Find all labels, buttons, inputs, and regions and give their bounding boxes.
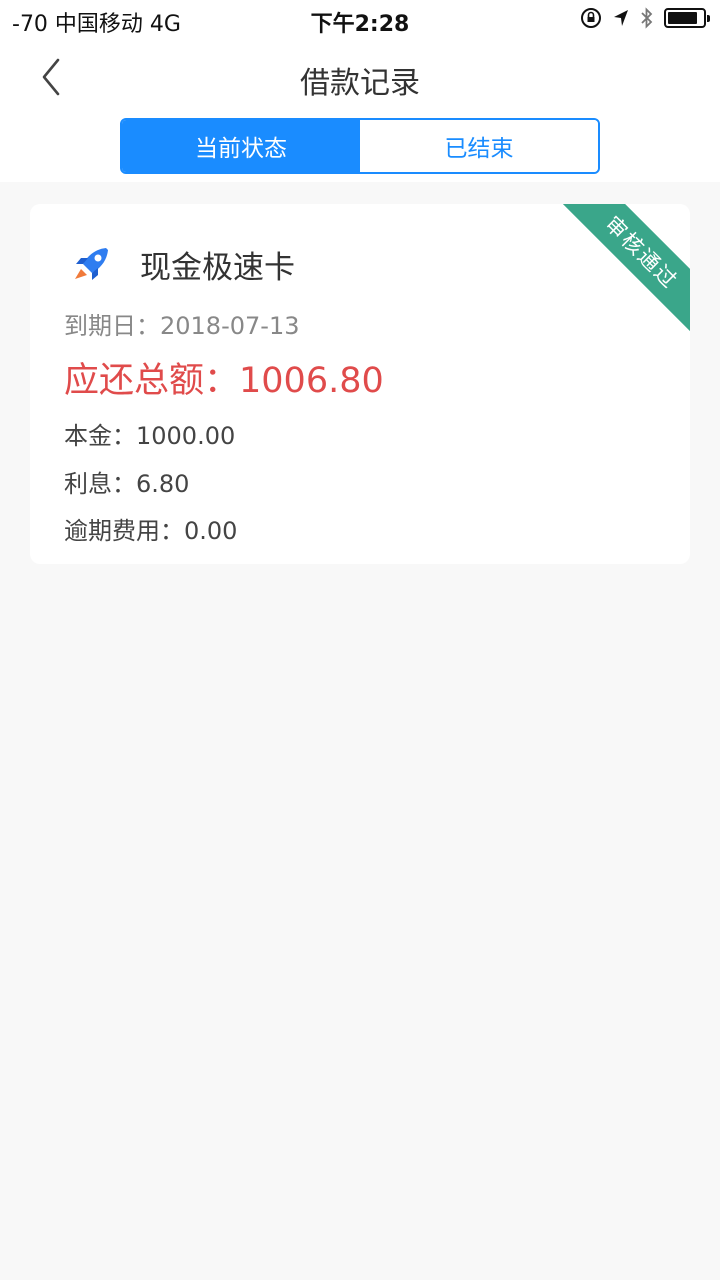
rocket-icon (75, 248, 108, 280)
overdue-fee-value: 0.00 (184, 517, 238, 545)
status-icons (580, 7, 710, 29)
total-due-label: 应还总额： (64, 361, 240, 401)
principal-label: 本金： (64, 422, 136, 450)
interest-value: 6.80 (136, 470, 190, 498)
battery-level (668, 12, 697, 24)
interest-row: 利息：6.80 (64, 464, 189, 499)
nav-bar: 借款记录 (0, 40, 720, 116)
due-date-label: 到期日： (64, 312, 160, 340)
due-date-value: 2018-07-13 (160, 312, 300, 340)
principal-row: 本金：1000.00 (64, 416, 235, 451)
page-title: 借款记录 (300, 66, 420, 101)
due-date-row: 到期日：2018-07-13 (64, 306, 299, 341)
status-badge: 审核通过 (560, 204, 690, 334)
principal-value: 1000.00 (136, 422, 236, 450)
overdue-fee-row: 逾期费用：0.00 (64, 511, 237, 546)
location-arrow-icon (614, 10, 628, 26)
status-bar: -70 中国移动 4G 下午2:28 (0, 0, 720, 40)
product-name: 现金极速卡 (140, 250, 295, 286)
interest-label: 利息： (64, 470, 136, 498)
overdue-fee-label: 逾期费用： (64, 517, 184, 545)
tab-bar-container: 当前状态 已结束 (0, 116, 720, 182)
tab-current-status[interactable]: 当前状态 (122, 120, 360, 172)
bluetooth-icon (641, 7, 653, 29)
rotation-lock-icon (581, 8, 601, 28)
total-due-row: 应还总额：1006.80 (64, 352, 384, 403)
status-ribbon: 审核通过 (560, 204, 690, 334)
total-due-value: 1006.80 (239, 361, 384, 401)
status-tabs: 当前状态 已结束 (120, 118, 600, 174)
tab-finished[interactable]: 已结束 (360, 120, 598, 172)
loan-card[interactable]: 审核通过 现金极速卡 到期日：2018-07-13 应还总额：1006.80 本… (30, 204, 690, 564)
battery-icon (664, 8, 710, 28)
